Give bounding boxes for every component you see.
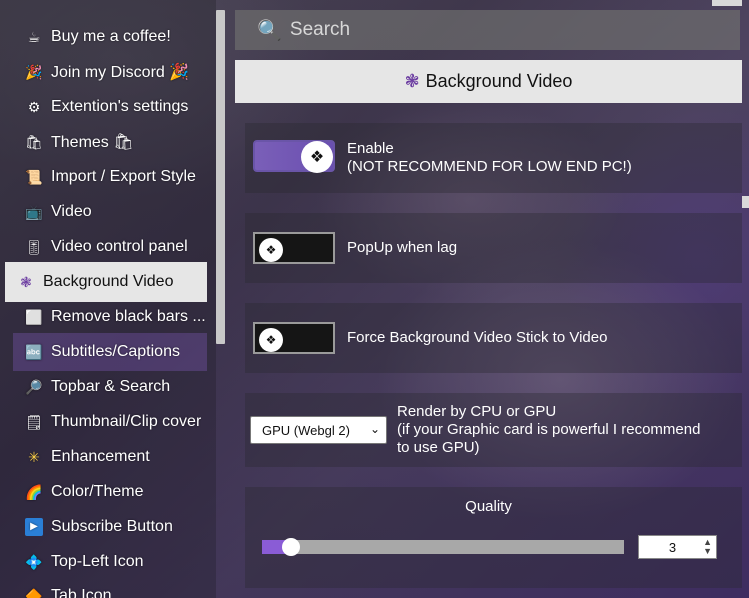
sidebar-item-label: Import / Export Style xyxy=(51,168,196,185)
enable-label-title: Enable xyxy=(347,140,394,157)
sidebar-item-label: Topbar & Search xyxy=(51,378,171,395)
toggle-knob: ❖ xyxy=(259,238,283,262)
sidebar-scrollbar[interactable] xyxy=(216,10,225,344)
sidebar-item-label: Buy me a coffee! xyxy=(51,28,171,45)
section-header: ❃ Background Video xyxy=(235,60,742,103)
enable-label-warning: (NOT RECOMMEND FOR LOW END PC!) xyxy=(347,158,632,175)
sidebar-item-label: Video control panel xyxy=(51,238,188,255)
sidebar-item-themes[interactable]: 🛍 Themes 🛍 xyxy=(5,123,207,161)
scroll-icon: 📜 xyxy=(25,169,43,185)
sidebar-item-tab-icon[interactable]: 🔶 Tab Icon xyxy=(5,577,207,598)
enable-toggle[interactable]: ❖ xyxy=(253,140,335,173)
render-mode-select[interactable]: GPU (Webgl 2) ⌄ xyxy=(250,416,387,444)
search-icon: 🔍 xyxy=(257,19,282,42)
sidebar-item-remove-black-bars[interactable]: ⬜ Remove black bars ... xyxy=(5,298,207,336)
diamond-icon: 💠 xyxy=(25,554,43,570)
render-label-title: Render by CPU or GPU xyxy=(397,403,557,420)
sidebar-item-label: Tab Icon xyxy=(51,587,112,598)
force-setting-row: ❖ Force Background Video Stick to Video xyxy=(245,303,742,373)
sidebar-item-buy-coffee[interactable]: ☕ Buy me a coffee! xyxy=(5,18,207,56)
sidebar-item-top-left-icon[interactable]: 💠 Top-Left Icon xyxy=(5,543,207,581)
window-corner xyxy=(712,0,742,6)
sidebar-item-enhancement[interactable]: ✳ Enhancement xyxy=(5,438,207,476)
popup-label: PopUp when lag xyxy=(347,239,458,256)
sidebar-item-discord[interactable]: 🎉 Join my Discord 🎉 xyxy=(5,53,207,91)
sidebar-item-label: Color/Theme xyxy=(51,483,144,500)
sidebar-item-label: Background Video xyxy=(43,273,174,290)
main-scrollbar[interactable] xyxy=(742,196,749,208)
force-label: Force Background Video Stick to Video xyxy=(347,329,608,346)
sidebar-item-video-control-panel[interactable]: 🎚 Video control panel xyxy=(5,228,207,266)
sidebar-item-label: Join my Discord 🎉 xyxy=(51,64,190,81)
popup-toggle[interactable]: ❖ xyxy=(253,232,335,264)
sidebar-item-subscribe-button[interactable]: ▶ Subscribe Button xyxy=(5,508,207,546)
render-label-note-2: to use GPU) xyxy=(397,439,480,456)
tab-icon: 🔶 xyxy=(25,588,43,598)
notepad-icon: 🗒 xyxy=(25,414,43,430)
quality-value: 3 xyxy=(668,539,677,555)
enable-label: Enable (NOT RECOMMEND FOR LOW END PC!) xyxy=(347,140,632,176)
sidebar-item-subtitles[interactable]: 🔤 Subtitles/Captions xyxy=(13,333,207,371)
quality-number-input[interactable]: 3 ▲ ▼ xyxy=(638,535,717,559)
background-video-icon: ❃ xyxy=(404,71,420,91)
render-label: Render by CPU or GPU (if your Graphic ca… xyxy=(397,403,700,457)
sidebar-item-label: Remove black bars ... xyxy=(51,308,206,325)
control-panel-icon: 🎚 xyxy=(25,239,43,255)
sidebar-item-label: Video xyxy=(51,203,92,220)
quality-slider-thumb[interactable] xyxy=(282,538,300,556)
shopping-bags-icon: 🛍 xyxy=(25,134,43,150)
render-label-note-1: (if your Graphic card is powerful I reco… xyxy=(397,421,701,438)
tv-icon: 📺 xyxy=(25,204,43,220)
page-title: Background Video xyxy=(425,71,573,91)
coffee-icon: ☕ xyxy=(27,29,41,45)
sidebar-item-topbar-search[interactable]: 🔎 Topbar & Search xyxy=(5,368,207,406)
sidebar-item-label: Enhancement xyxy=(51,448,150,465)
toggle-knob: ❖ xyxy=(259,328,283,352)
force-toggle[interactable]: ❖ xyxy=(253,322,335,354)
square-icon: ⬜ xyxy=(25,309,43,325)
sidebar-item-label: Subtitles/Captions xyxy=(51,343,180,360)
popup-setting-row: ❖ PopUp when lag xyxy=(245,213,742,283)
party-icon: 🎉 xyxy=(25,64,43,80)
sidebar-item-import-export[interactable]: 📜 Import / Export Style xyxy=(5,158,207,196)
sidebar-item-label: Thumbnail/Clip cover xyxy=(51,413,202,430)
toggle-knob: ❖ xyxy=(301,141,333,173)
sidebar-item-video[interactable]: 📺 Video xyxy=(5,193,207,231)
background-video-icon: ❃ xyxy=(20,274,32,290)
sidebar-item-background-video[interactable]: ❃ Background Video xyxy=(5,262,207,302)
search-icon: 🔎 xyxy=(25,379,43,395)
sidebar-item-label: Top-Left Icon xyxy=(51,553,144,570)
quality-label: Quality xyxy=(465,498,512,515)
sidebar-item-label: Themes 🛍 xyxy=(51,134,134,151)
chevron-down-icon: ⌄ xyxy=(369,422,380,436)
sidebar-item-label: Subscribe Button xyxy=(51,518,173,535)
search-bar: 🔍 xyxy=(235,10,740,50)
sidebar-item-extension-settings[interactable]: ⚙ Extention's settings xyxy=(5,88,207,126)
spinner-arrows-icon[interactable]: ▲ ▼ xyxy=(703,538,712,556)
captions-icon: 🔤 xyxy=(25,344,43,360)
enable-setting-row: ❖ Enable (NOT RECOMMEND FOR LOW END PC!) xyxy=(245,123,742,193)
gear-icon: ⚙ xyxy=(27,99,41,115)
render-mode-value: GPU (Webgl 2) xyxy=(262,422,350,438)
play-button-icon: ▶ xyxy=(25,518,43,536)
sparkle-icon: ✳ xyxy=(28,449,40,465)
rainbow-icon: 🌈 xyxy=(25,484,43,500)
quality-slider[interactable] xyxy=(262,538,624,556)
sidebar-item-color-theme[interactable]: 🌈 Color/Theme xyxy=(5,473,207,511)
sidebar-item-label: Extention's settings xyxy=(51,98,189,115)
sidebar: ☕ Buy me a coffee! 🎉 Join my Discord 🎉 ⚙… xyxy=(0,0,216,598)
search-input[interactable] xyxy=(289,19,690,41)
sidebar-item-thumbnail[interactable]: 🗒 Thumbnail/Clip cover xyxy=(5,403,207,441)
